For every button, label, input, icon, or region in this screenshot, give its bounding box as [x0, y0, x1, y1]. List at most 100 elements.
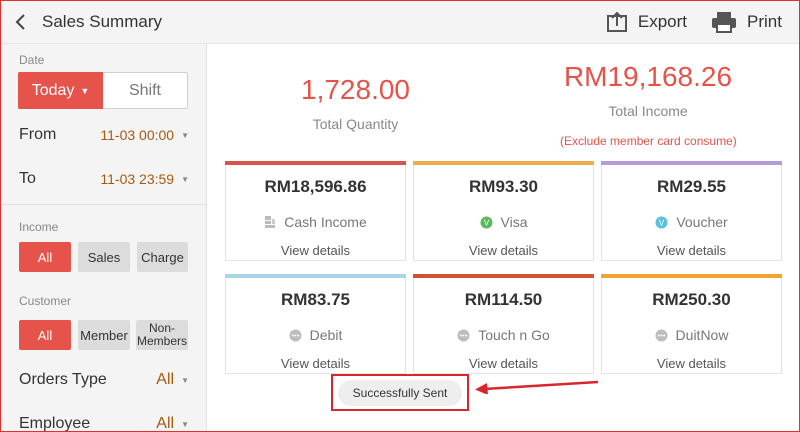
from-label: From	[19, 126, 57, 143]
voucher-icon: V	[655, 216, 668, 229]
payment-card-voucher[interactable]: RM29.55 V Voucher View details	[601, 161, 782, 261]
customer-non-members-chip[interactable]: Non-Members	[136, 320, 188, 350]
debit-icon	[289, 329, 302, 342]
back-button[interactable]	[0, 0, 40, 44]
caret-down-icon: ▼	[181, 419, 189, 429]
total-income-value: RM19,168.26	[563, 61, 733, 92]
printer-icon	[711, 11, 737, 33]
caret-down-icon: ▼	[181, 375, 189, 385]
success-toast: Successfully Sent	[338, 379, 462, 406]
card-type: V Voucher	[602, 214, 781, 230]
toast-highlight-box: Successfully Sent	[331, 374, 469, 411]
view-details-link[interactable]: View details	[226, 243, 405, 258]
to-value: 11-03 23:59	[100, 171, 175, 187]
today-dropdown-button[interactable]: Today ▼	[18, 72, 103, 109]
shift-button[interactable]: Shift	[103, 72, 188, 109]
view-details-link[interactable]: View details	[602, 243, 781, 258]
visa-icon: V	[480, 216, 493, 229]
date-section-label: Date	[19, 53, 45, 67]
card-type-label: Touch n Go	[478, 327, 550, 343]
page-title: Sales Summary	[42, 11, 162, 31]
card-amount: RM250.30	[652, 290, 731, 309]
customer-all-chip[interactable]: All	[19, 320, 71, 350]
payment-card-visa[interactable]: RM93.30 V Visa View details	[413, 161, 594, 261]
card-amount: RM83.75	[281, 290, 350, 309]
card-accent-bar	[225, 274, 406, 278]
customer-member-chip[interactable]: Member	[78, 320, 130, 350]
card-type-label: Visa	[500, 214, 528, 230]
card-amount: RM93.30	[469, 177, 538, 196]
to-picker[interactable]: 11-03 23:59 ▼	[100, 171, 189, 187]
summary-panel: 1,728.00 Total Quantity RM19,168.26 Tota…	[208, 44, 800, 432]
from-row: From 11-03 00:00 ▼	[19, 124, 189, 146]
print-label: Print	[747, 11, 782, 31]
exclude-note: (Exclude member card consume)	[560, 134, 737, 148]
to-label: To	[19, 170, 36, 187]
orders-type-picker[interactable]: All ▼	[156, 371, 189, 389]
svg-text:V: V	[659, 218, 665, 227]
divider	[0, 204, 207, 205]
card-type: Touch n Go	[414, 327, 593, 343]
cash-icon	[264, 215, 276, 229]
export-label: Export	[637, 11, 688, 31]
header-bar: Sales Summary Export Print	[0, 0, 800, 44]
total-quantity-label: Total Quantity	[312, 116, 399, 132]
employee-picker[interactable]: All ▼	[156, 415, 189, 432]
income-all-chip[interactable]: All	[19, 242, 71, 272]
export-button[interactable]: Export	[606, 11, 687, 33]
to-row: To 11-03 23:59 ▼	[19, 168, 189, 190]
card-type-label: DuitNow	[675, 327, 729, 343]
card-accent-bar	[601, 274, 782, 278]
employee-value: All	[156, 415, 175, 432]
card-accent-bar	[601, 161, 782, 165]
employee-label: Employee	[19, 415, 91, 432]
view-details-link[interactable]: View details	[602, 356, 781, 371]
caret-down-icon: ▼	[80, 85, 90, 96]
card-amount: RM114.50	[464, 290, 543, 309]
card-accent-bar	[413, 274, 594, 278]
total-quantity-stat: 1,728.00 Total Quantity	[268, 74, 443, 132]
employee-row: Employee All ▼	[19, 413, 189, 432]
card-type: Debit	[226, 327, 405, 343]
today-label: Today	[31, 81, 75, 99]
card-amount: RM18,596.86	[264, 177, 367, 196]
orders-type-row: Orders Type All ▼	[19, 369, 189, 391]
card-type-label: Cash Income	[284, 214, 367, 230]
view-details-link[interactable]: View details	[414, 356, 593, 371]
caret-down-icon: ▼	[181, 174, 189, 184]
chevron-left-icon	[15, 13, 25, 30]
card-type-label: Debit	[309, 327, 343, 343]
filter-sidebar: Date Today ▼ Shift From 11-03 00:00 ▼ To…	[0, 44, 207, 432]
duitnow-icon	[655, 329, 668, 342]
from-value: 11-03 00:00	[100, 127, 175, 143]
payment-card-cash[interactable]: RM18,596.86 Cash Income View details	[225, 161, 406, 261]
payment-card-touchngo[interactable]: RM114.50 Touch n Go View details	[413, 274, 594, 374]
print-button[interactable]: Print	[711, 11, 782, 33]
card-amount: RM29.55	[657, 177, 726, 196]
orders-type-value: All	[156, 371, 175, 388]
income-charge-chip[interactable]: Charge	[137, 242, 188, 272]
caret-down-icon: ▼	[181, 130, 189, 140]
orders-type-label: Orders Type	[19, 371, 107, 388]
customer-section-label: Customer	[19, 294, 72, 308]
shift-label: Shift	[128, 81, 161, 99]
payment-card-debit[interactable]: RM83.75 Debit View details	[225, 274, 406, 374]
from-picker[interactable]: 11-03 00:00 ▼	[100, 127, 189, 143]
export-icon	[606, 11, 628, 33]
income-section-label: Income	[19, 220, 59, 234]
touchngo-icon	[457, 329, 470, 342]
annotation-arrow-icon	[475, 380, 599, 394]
card-accent-bar	[225, 161, 406, 165]
income-sales-chip[interactable]: Sales	[78, 242, 130, 272]
card-type: Cash Income	[226, 214, 405, 230]
card-type: V Visa	[414, 214, 593, 230]
card-type-label: Voucher	[676, 214, 728, 230]
payment-card-duitnow[interactable]: RM250.30 DuitNow View details	[601, 274, 782, 374]
card-type: DuitNow	[602, 327, 781, 343]
svg-text:V: V	[483, 218, 489, 227]
total-income-stat: RM19,168.26 Total Income	[548, 61, 748, 119]
view-details-link[interactable]: View details	[414, 243, 593, 258]
total-quantity-value: 1,728.00	[301, 74, 410, 105]
view-details-link[interactable]: View details	[226, 356, 405, 371]
total-income-label: Total Income	[608, 103, 688, 119]
